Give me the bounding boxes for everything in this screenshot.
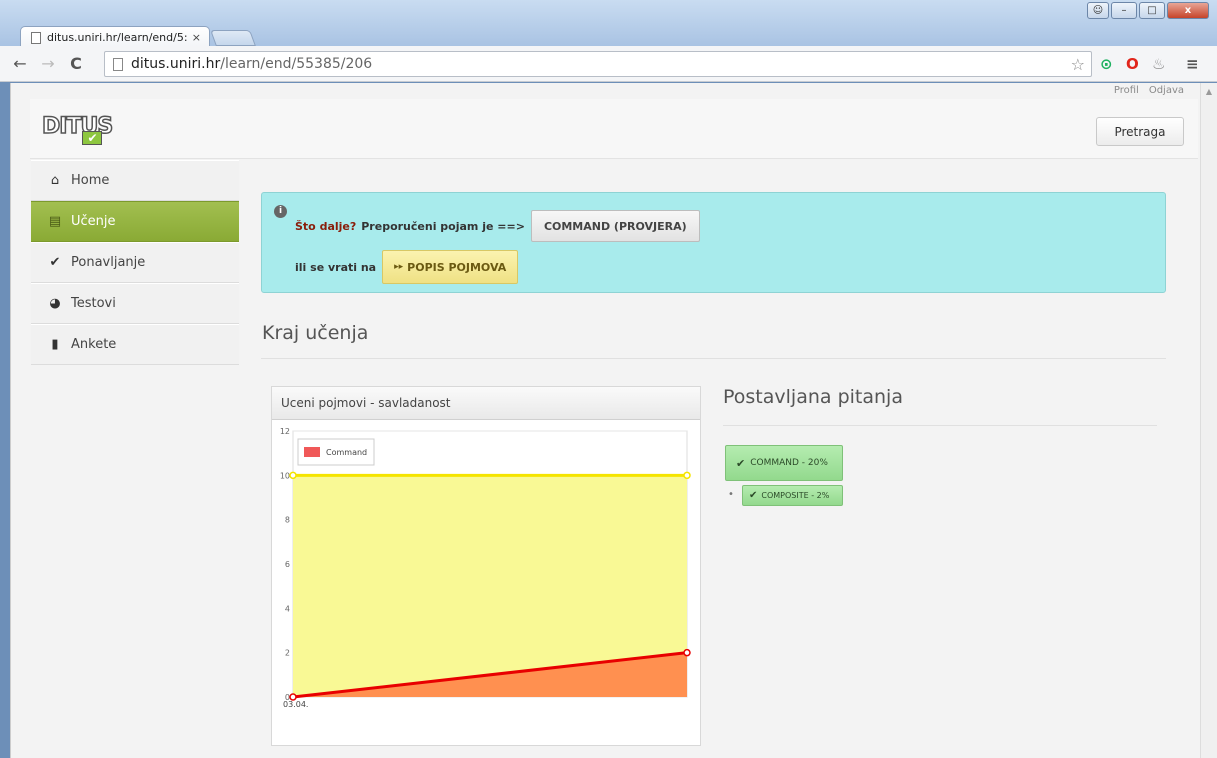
legend-swatch [304,447,320,457]
alert-back-text: ili se vrati na [295,260,377,274]
concept-list-label: POPIS POJMOVA [407,260,507,274]
user-icon[interactable]: ☺ [1087,2,1109,19]
y-tick-label: 8 [285,516,290,525]
close-window-button[interactable]: x [1167,2,1209,19]
sidebar-item-home[interactable]: ⌂ Home [31,160,239,201]
reload-icon[interactable]: C [68,54,84,73]
sidebar-item-label: Testovi [71,296,116,311]
search-button[interactable]: Pretraga [1096,117,1184,146]
sidebar-item-ucenje[interactable]: ▤ Učenje [31,201,239,242]
tab-title: ditus.uniri.hr/learn/end/5: [47,31,188,44]
new-tab-button[interactable] [210,30,256,46]
back-icon[interactable]: ← [12,54,28,73]
address-bar[interactable]: ditus.uniri.hr/learn/end/55385/206 ☆ [104,51,1092,77]
bookmark-star-icon[interactable]: ☆ [1071,55,1085,74]
sidebar-item-label: Home [71,173,110,188]
check-icon: ✔ [49,255,61,270]
badge-label: COMMAND - 20% [750,458,828,468]
fast-forward-icon: ▸▸ [394,262,404,272]
next-step-alert: i Što dalje? Preporučeni pojam je ==> CO… [261,192,1166,293]
question-badge-composite[interactable]: ✔ COMPOSITE - 2% [742,485,843,506]
sidebar-nav: ⌂ Home ▤ Učenje ✔ Ponavljanje ◕ Testovi … [31,160,239,365]
browser-tab[interactable]: ditus.uniri.hr/learn/end/5: × [20,26,210,48]
window-controls: ☺ – □ x [1087,2,1209,19]
pie-chart-icon: ◕ [49,296,61,311]
alert-recommend-text: Preporučeni pojam je ==> [361,219,525,233]
tab-close-icon[interactable]: × [192,31,201,44]
home-icon: ⌂ [50,173,60,188]
url-host: ditus.uniri.hr [131,56,221,72]
profile-link[interactable]: Profil [1114,85,1139,96]
page-scrollbar[interactable]: ▲ [1200,83,1217,758]
back-row: ili se vrati na ▸▸ POPIS POJMOVA [295,250,519,284]
page-title: Kraj učenja [262,322,369,344]
check-icon: ✔ [749,490,758,501]
sidebar-item-ankete[interactable]: ▮ Ankete [31,324,239,365]
concept-list-button[interactable]: ▸▸ POPIS POJMOVA [382,250,519,284]
extension-icon[interactable]: ♨ [1152,55,1165,73]
page-icon [31,31,41,44]
y-tick-label: 2 [285,649,290,658]
window-titlebar: ditus.uniri.hr/learn/end/5: × ☺ – □ x [0,0,1217,48]
site-header: DITUS ✔ Pretraga [30,99,1198,159]
data-point [683,648,691,657]
recommended-concept-button[interactable]: COMMAND (PROVJERA) [530,210,700,242]
y-tick-label: 12 [280,427,290,436]
y-tick-label: 4 [285,604,290,613]
divider [723,425,1157,426]
ditus-logo[interactable]: DITUS ✔ [41,113,114,145]
clipboard-icon: ▮ [51,337,59,352]
logout-link[interactable]: Odjava [1149,85,1184,96]
mastery-chart: 02468101203.04.Command [280,427,691,709]
questions-title: Postavljana pitanja [723,386,903,408]
logo-check-icon: ✔ [82,131,102,145]
legend-label: Command [326,448,367,457]
data-point [683,471,691,480]
sidebar-item-label: Ankete [71,337,117,352]
scroll-up-icon[interactable]: ▲ [1201,87,1217,96]
extension-green-icon[interactable]: ⊙ [1100,55,1113,73]
list-bullet: • [728,489,734,500]
question-badge-command[interactable]: ✔ COMMAND - 20% [725,445,843,481]
info-icon: i [274,205,287,218]
maximize-button[interactable]: □ [1139,2,1165,19]
book-icon: ▤ [48,214,62,229]
recommendation-row: Što dalje? Preporučeni pojam je ==> COMM… [295,210,700,242]
user-links: Profil Odjava [1114,85,1184,96]
data-point [289,471,297,480]
url-path: /learn/end/55385/206 [220,56,373,72]
opera-icon[interactable]: O [1126,55,1139,73]
sidebar-item-ponavljanje[interactable]: ✔ Ponavljanje [31,242,239,283]
page-icon [113,57,123,71]
y-tick-label: 6 [285,560,290,569]
page-content: Profil Odjava DITUS ✔ Pretraga ⌂ Home ▤ … [10,83,1210,758]
chart-panel: Uceni pojmovi - savladanost 0 2 4 6 8 10 12 03.… [271,386,701,746]
chart-panel-title: Uceni pojmovi - savladanost [272,387,700,420]
x-tick-label: 03.04. [283,700,308,709]
alert-question: Što dalje? [295,219,357,233]
sidebar-item-testovi[interactable]: ◕ Testovi [31,283,239,324]
sidebar-item-label: Ponavljanje [71,255,146,270]
browser-toolbar: ← → C ditus.uniri.hr/learn/end/55385/206… [0,46,1217,82]
menu-icon[interactable]: ≡ [1186,55,1199,73]
check-icon: ✔ [736,456,746,470]
badge-label: COMPOSITE - 2% [761,491,830,500]
y-tick-label: 10 [280,471,290,480]
divider [261,358,1166,359]
forward-icon[interactable]: → [40,54,56,73]
minimize-button[interactable]: – [1111,2,1137,19]
sidebar-item-label: Učenje [71,214,116,229]
